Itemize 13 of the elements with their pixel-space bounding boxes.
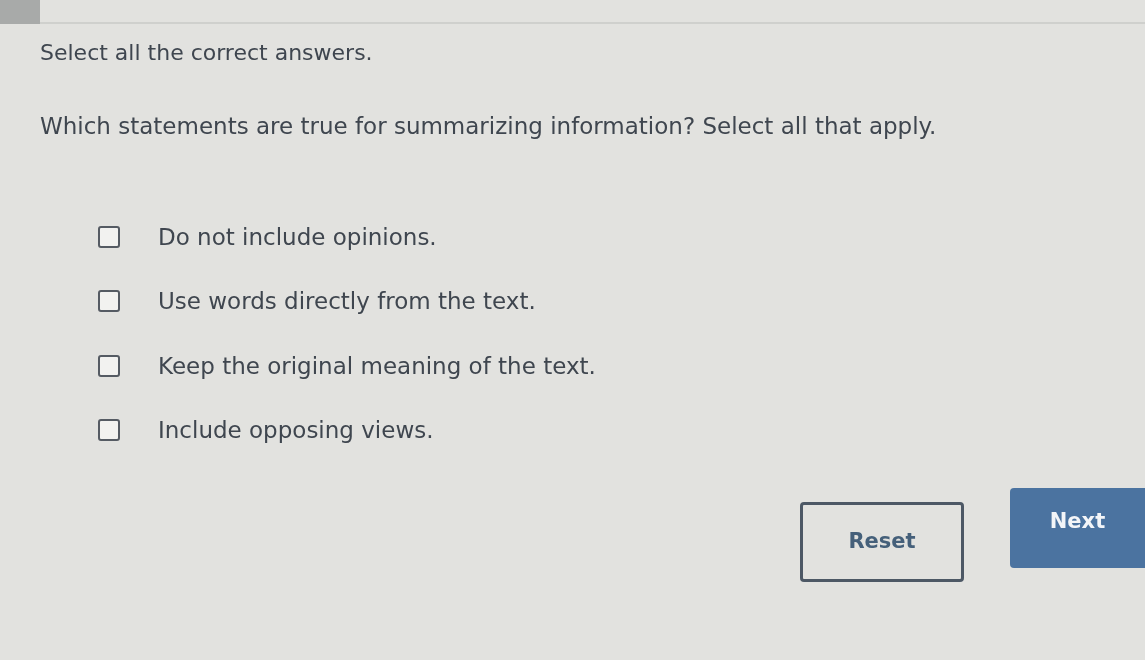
- checkbox[interactable]: [98, 225, 120, 248]
- option-text: Keep the original meaning of the text.: [158, 351, 596, 381]
- reset-button[interactable]: Reset: [800, 501, 964, 582]
- checkbox[interactable]: [98, 419, 120, 442]
- question-text: Which statements are true for summarizing information? Select all that apply.: [40, 112, 938, 141]
- option-text: Use words directly from the text.: [158, 287, 536, 316]
- option-text: Include opposing views.: [158, 416, 434, 445]
- next-button[interactable]: Next: [1010, 487, 1145, 568]
- instruction-text: Select all the correct answers.: [40, 39, 374, 67]
- corner-panel: [0, 0, 40, 24]
- checkbox[interactable]: [98, 290, 120, 313]
- option-text: Do not include opinions.: [158, 222, 437, 252]
- checkbox[interactable]: [98, 354, 120, 377]
